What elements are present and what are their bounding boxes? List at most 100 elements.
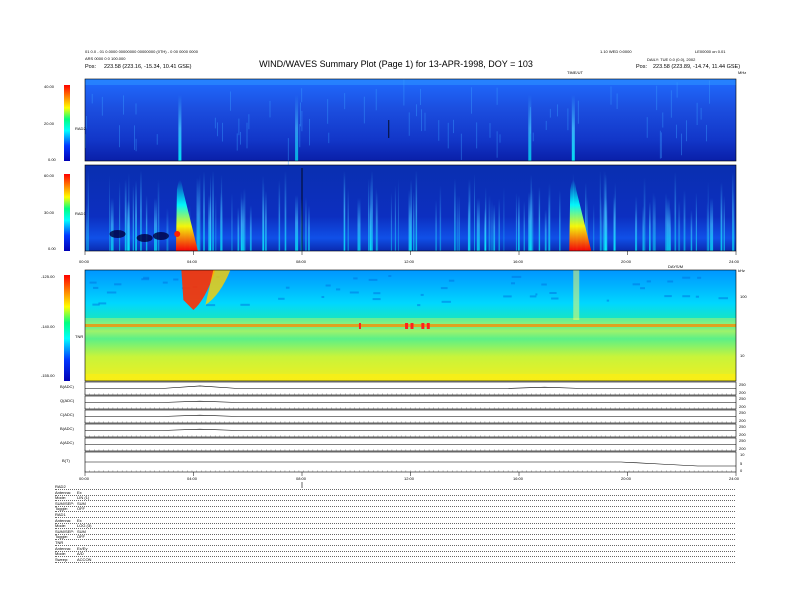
rad1-streak xyxy=(707,181,709,251)
tnr-speckle xyxy=(640,287,645,290)
rad1-streak xyxy=(410,179,412,251)
top-time-5: 20:00 xyxy=(621,259,632,264)
rad1-streak xyxy=(493,204,496,251)
rad1-streak xyxy=(603,203,604,251)
tnr-speckle xyxy=(325,284,331,287)
rad2-streak xyxy=(416,104,417,117)
top-time-2: 08:00 xyxy=(296,259,307,264)
rad2-colorbar xyxy=(64,85,70,161)
lineplot-right-tick-8: 250 xyxy=(739,438,746,443)
rad2-streak xyxy=(616,93,618,109)
tnr-red-spike xyxy=(405,323,409,329)
rad2-tick-2: 0.00 xyxy=(48,157,56,162)
lineplot-right-tick-10: 10 xyxy=(740,452,745,457)
tnr-red-spike xyxy=(426,323,430,329)
rad1-tick-1: 30.00 xyxy=(44,210,55,215)
tnr-speckle xyxy=(349,291,359,294)
settings-key: Antenna: xyxy=(55,489,72,495)
lineplot-right-tick-11: 5 xyxy=(740,461,743,466)
tnr-speckle xyxy=(682,295,691,298)
bottom-time-0: 00:00 xyxy=(79,476,90,481)
rad1-burst xyxy=(476,198,480,251)
tnr-speckle xyxy=(420,293,424,296)
settings-value: Ex/Ey xyxy=(77,545,88,551)
rad1-streak xyxy=(488,195,491,251)
tnr-right-tick-0: 100 xyxy=(740,294,747,299)
rad1-streak xyxy=(503,187,505,251)
rad2-streak xyxy=(496,87,498,105)
settings-key: SUM/SEP: xyxy=(55,528,75,534)
rad1-streak xyxy=(119,181,121,251)
rad1-burst xyxy=(295,195,299,251)
rad2-streak xyxy=(269,100,271,118)
settings-key: Mode: xyxy=(55,551,67,557)
tnr-red-spike xyxy=(421,323,425,329)
rad2-burst xyxy=(571,95,575,161)
rad2-streak xyxy=(236,133,238,151)
rad2-streak xyxy=(344,93,346,110)
rad2-streak xyxy=(222,122,223,142)
rad2-streak xyxy=(656,85,658,111)
settings-value: OFF xyxy=(77,534,85,540)
rad1-streak xyxy=(678,200,681,251)
rad2-streak xyxy=(489,123,491,138)
lineplot-label-2: C(ADC) xyxy=(60,412,74,417)
tnr-speckle xyxy=(388,275,392,277)
tnr-label: TNR xyxy=(75,334,84,339)
rad2-streak xyxy=(676,82,678,98)
rad1-burst xyxy=(710,198,714,251)
rad1-tick-0: 60.00 xyxy=(44,173,55,178)
rad1-streak xyxy=(439,185,442,251)
spectra-right-label: DAYS/M xyxy=(668,264,684,269)
rad1-burst xyxy=(126,201,130,251)
rad1-streak xyxy=(532,187,534,251)
rad2-streak xyxy=(101,96,103,116)
tnr-speckle xyxy=(321,296,325,298)
rad2-streak xyxy=(471,87,472,114)
lineplot-label-0: B(ADC) xyxy=(60,384,74,389)
rad1-streak xyxy=(308,205,310,251)
rad2-streak xyxy=(532,132,534,142)
tnr-speckle xyxy=(682,276,691,279)
rad2-streak xyxy=(248,114,250,130)
tnr-speckle xyxy=(173,278,179,281)
rad1-streak xyxy=(723,195,725,251)
settings-key: Mode: xyxy=(55,495,67,501)
rad1-burst xyxy=(666,198,670,251)
lineplot-right-tick-2: 250 xyxy=(739,396,746,401)
rad2-streak xyxy=(420,88,421,105)
settings-key: Mode: xyxy=(55,523,67,529)
rad1-streak xyxy=(498,198,500,251)
rad1-streak xyxy=(485,186,487,251)
rad1-streak xyxy=(278,180,281,251)
rad1-streak xyxy=(196,177,199,251)
rad1-streak xyxy=(265,190,267,251)
tnr-tick-0: -125.00 xyxy=(41,274,55,279)
rad2-streak xyxy=(301,88,303,103)
rad2-streak xyxy=(646,117,648,138)
rad2-streak xyxy=(301,110,303,132)
rad2-streak xyxy=(134,125,135,150)
tnr-red-spike xyxy=(358,323,361,329)
settings-value: Ex xyxy=(77,489,82,495)
rad2-streak xyxy=(217,122,218,137)
tnr-speckle xyxy=(240,303,250,306)
tnr-colorbar xyxy=(64,275,70,381)
settings-key: SUM/SEP: xyxy=(55,500,75,506)
rad2-streak xyxy=(660,132,662,159)
settings-value: ACCON xyxy=(77,556,92,562)
rad2-streak xyxy=(424,112,426,131)
rad1-streak xyxy=(203,171,205,251)
settings-value: SUM xyxy=(77,528,86,534)
rad2-tick-1: 20.00 xyxy=(44,121,55,126)
tnr-speckle xyxy=(549,292,557,294)
rad2-burst xyxy=(528,95,532,161)
rad1-streak xyxy=(305,197,307,251)
top-time-0: 00:00 xyxy=(79,259,90,264)
rad2-streak xyxy=(686,120,687,142)
rad2-label: RAD2 xyxy=(75,126,86,131)
rad1-streak xyxy=(538,186,541,251)
rad2-streak xyxy=(676,124,677,139)
top-time-3: 12:00 xyxy=(404,259,415,264)
tnr-speckle xyxy=(278,297,285,300)
